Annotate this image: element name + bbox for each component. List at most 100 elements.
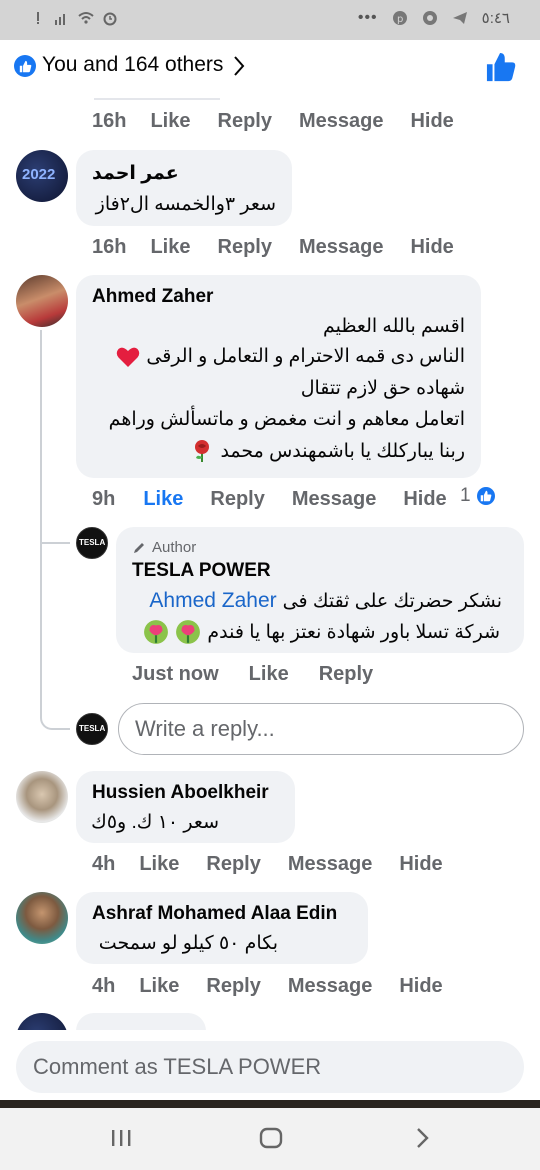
- message-link[interactable]: Message: [299, 236, 384, 259]
- like-reaction-icon: [14, 55, 36, 77]
- hide-link[interactable]: Hide: [403, 488, 446, 511]
- comment-actions: 16h Like Reply Message Hide: [92, 236, 481, 259]
- avatar[interactable]: [16, 275, 68, 327]
- reply-text-line: شركة تسلا باور شهادة نعتز بها يا فندم: [143, 619, 500, 645]
- reply-link[interactable]: Reply: [218, 236, 272, 259]
- svg-text:p: p: [397, 14, 403, 25]
- message-link[interactable]: Message: [288, 853, 373, 876]
- author-avatar[interactable]: TESLA: [76, 527, 108, 559]
- message-link[interactable]: Message: [299, 110, 384, 133]
- comment-actions: 4h Like Reply Message Hide: [92, 853, 470, 876]
- like-link-active[interactable]: Like: [143, 488, 183, 511]
- comment-text-line: اقسم بالله العظيم: [322, 316, 465, 337]
- reply-actions: Just now Like Reply: [132, 663, 400, 686]
- more-dots: •••: [357, 9, 378, 26]
- tulip-icon: [144, 620, 169, 644]
- comment-actions: 9h Like Reply Message Hide: [92, 488, 474, 511]
- back-icon[interactable]: [414, 1125, 432, 1151]
- mention-link[interactable]: Ahmed Zaher: [149, 589, 276, 613]
- reply-text: نشكر حضرتك على ثقتك فى: [282, 590, 502, 612]
- like-link[interactable]: Like: [150, 236, 190, 259]
- comment-text-line: شهاده حق لازم تتقال: [300, 378, 465, 399]
- like-link[interactable]: Like: [249, 663, 289, 686]
- reply-link[interactable]: Reply: [210, 488, 264, 511]
- hide-link[interactable]: Hide: [410, 110, 453, 133]
- signal-icon: [55, 14, 65, 25]
- comment-time: 9h: [92, 488, 116, 510]
- pen-icon: [134, 542, 144, 553]
- comment-text-line-with-rose: ربنا يباركلك يا باشمهندس محمد: [190, 439, 465, 463]
- message-link[interactable]: Message: [292, 488, 377, 511]
- comment-text: بكام ٥٠ كيلو لو سمحت: [98, 933, 278, 954]
- commenter-name[interactable]: عمر احمد: [92, 162, 192, 185]
- status-bar: ••• p ٥:٤٦: [0, 0, 540, 40]
- reply-input-box[interactable]: [118, 703, 524, 755]
- like-link[interactable]: Like: [150, 110, 190, 133]
- clock: ٥:٤٦: [481, 10, 510, 27]
- avatar[interactable]: [16, 892, 68, 944]
- reaction-count[interactable]: 1: [460, 485, 497, 507]
- telegram-icon: [452, 12, 467, 24]
- hide-link[interactable]: Hide: [410, 236, 453, 259]
- avatar[interactable]: 2022: [16, 150, 68, 202]
- author-badge: Author: [132, 539, 196, 556]
- rose-icon: [195, 440, 210, 462]
- message-link[interactable]: Message: [288, 975, 373, 998]
- comment-bubble[interactable]: Ahmed Zaher اقسم بالله العظيم الناس دى ق…: [76, 275, 481, 478]
- comment-actions: 16h Like Reply Message Hide: [92, 110, 481, 133]
- reply-link[interactable]: Reply: [218, 110, 272, 133]
- wifi-icon: [78, 12, 94, 24]
- status-left-icons: [30, 10, 118, 26]
- hide-link[interactable]: Hide: [399, 853, 442, 876]
- comment-time: 4h: [92, 975, 116, 997]
- commenter-name[interactable]: Ahmed Zaher: [92, 286, 213, 308]
- heart-icon: [117, 347, 140, 367]
- chrome-icon: [422, 11, 437, 25]
- reply-link[interactable]: Reply: [319, 663, 373, 686]
- reactions-summary[interactable]: You and 164 others: [42, 53, 223, 77]
- reactions-bar[interactable]: You and 164 others: [0, 40, 540, 96]
- reply-text-line: نشكر حضرتك على ثقتك فى Ahmed Zaher: [149, 589, 502, 613]
- reply-input[interactable]: [135, 716, 505, 742]
- reply-link[interactable]: Reply: [206, 853, 260, 876]
- comment-box[interactable]: [16, 1041, 524, 1093]
- comment-text: سعر ١٠ ك. و٥ك: [91, 812, 219, 833]
- avatar-label: TESLA: [79, 724, 106, 733]
- partial-bubble: [94, 96, 220, 100]
- comment-bubble[interactable]: Hussien Aboelkheir سعر ١٠ ك. و٥ك: [76, 771, 295, 843]
- comment-text-line: الناس دى قمه الاحترام و التعامل و الرقى: [146, 346, 465, 367]
- comment-time: 4h: [92, 853, 116, 875]
- commenter-name[interactable]: Ashraf Mohamed Alaa Edin: [92, 903, 337, 925]
- comment-time: 16h: [92, 236, 127, 258]
- comment-text-line: ربنا يباركلك يا باشمهندس محمد: [220, 440, 465, 462]
- comment-input[interactable]: [33, 1054, 503, 1080]
- pinterest-icon: p: [392, 11, 407, 25]
- commenter-name[interactable]: Hussien Aboelkheir: [92, 782, 269, 804]
- avatar-label: TESLA: [79, 538, 106, 547]
- my-avatar: TESLA: [76, 713, 108, 745]
- like-link[interactable]: Like: [139, 853, 179, 876]
- thread-connector: [40, 706, 70, 730]
- avatar[interactable]: [16, 771, 68, 823]
- comment-text: سعر ٣والخمسه ال٢فاز: [95, 194, 276, 215]
- replier-name[interactable]: TESLA POWER: [132, 560, 271, 582]
- reply-text: شركة تسلا باور شهادة نعتز بها يا فندم: [207, 621, 500, 643]
- like-button-icon[interactable]: [486, 52, 516, 82]
- status-right-icons: ••• p ٥:٤٦: [358, 9, 510, 27]
- home-icon[interactable]: [259, 1125, 283, 1151]
- alarm-icon: [103, 12, 117, 26]
- hide-link[interactable]: Hide: [399, 975, 442, 998]
- tulip-icon: [176, 620, 201, 644]
- content-edge: [0, 1100, 540, 1108]
- chevron-right-icon[interactable]: [232, 54, 246, 78]
- recent-apps-icon[interactable]: [110, 1125, 132, 1151]
- like-link[interactable]: Like: [139, 975, 179, 998]
- reply-bubble[interactable]: Author TESLA POWER نشكر حضرتك على ثقتك ف…: [116, 527, 524, 653]
- thread-connector: [40, 500, 70, 544]
- comment-actions: 4h Like Reply Message Hide: [92, 975, 470, 998]
- comment-bubble[interactable]: عمر احمد سعر ٣والخمسه ال٢فاز: [76, 150, 292, 226]
- system-nav-bar: [0, 1108, 540, 1170]
- reply-time: Just now: [132, 663, 219, 685]
- reply-link[interactable]: Reply: [206, 975, 260, 998]
- comment-bubble[interactable]: Ashraf Mohamed Alaa Edin بكام ٥٠ كيلو لو…: [76, 892, 368, 964]
